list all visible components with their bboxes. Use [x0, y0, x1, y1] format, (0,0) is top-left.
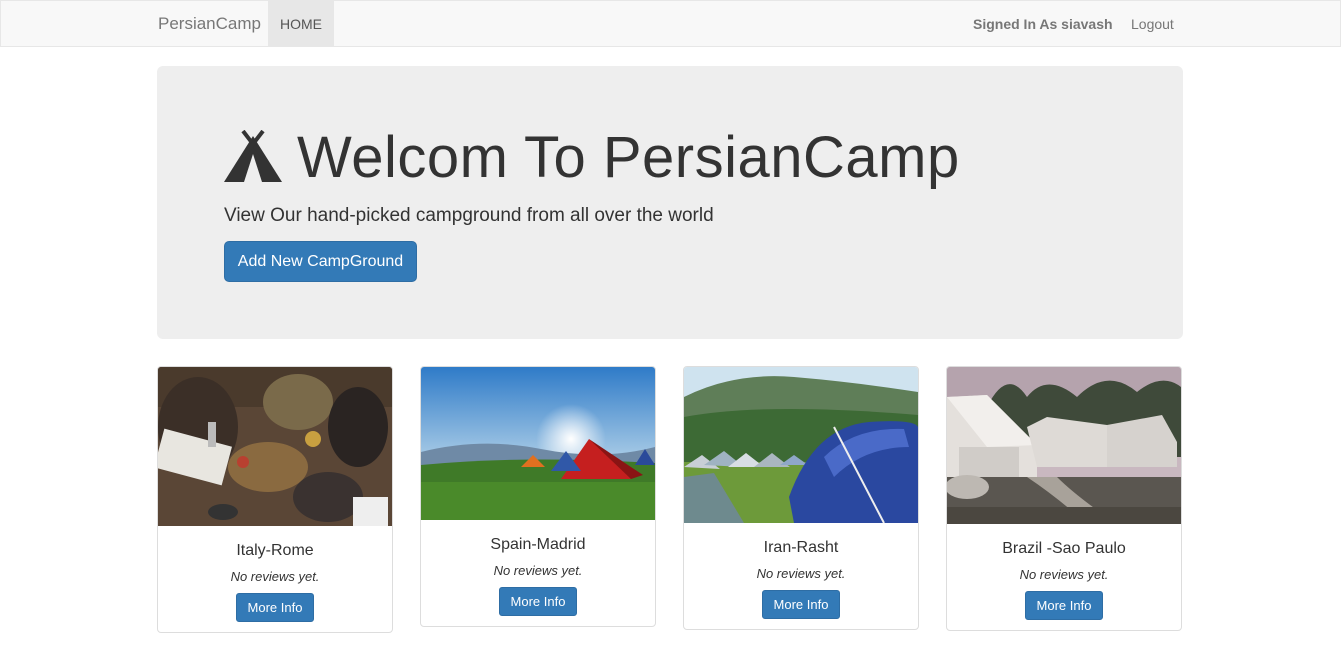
campground-reviews: No reviews yet.	[756, 566, 846, 581]
page-title-row: Welcom To PersianCamp	[224, 120, 960, 196]
campground-name: Brazil -Sao Paulo	[1002, 540, 1126, 557]
campground-reviews: No reviews yet.	[1019, 567, 1109, 582]
welcome-jumbotron: Welcom To PersianCamp View Our hand-pick…	[157, 66, 1183, 339]
brand-link[interactable]: PersianCamp	[158, 1, 261, 47]
campground-image[interactable]	[684, 367, 918, 523]
campground-name: Spain-Madrid	[490, 536, 586, 553]
more-info-button[interactable]: More Info	[761, 590, 841, 619]
more-info-button[interactable]: More Info	[498, 587, 578, 616]
campground-name: Iran-Rasht	[763, 539, 839, 556]
campground-card: Brazil -Sao Paulo No reviews yet. More I…	[946, 366, 1182, 631]
campground-card: Iran-Rasht No reviews yet. More Info	[683, 366, 919, 630]
campground-card: Italy-Rome No reviews yet. More Info	[157, 366, 393, 633]
campground-card: Spain-Madrid No reviews yet. More Info	[420, 366, 656, 627]
more-info-button[interactable]: More Info	[235, 593, 315, 622]
campground-reviews: No reviews yet.	[230, 569, 320, 584]
logout-link[interactable]: Logout	[1131, 1, 1174, 47]
page-subtitle: View Our hand-picked campground from all…	[224, 205, 714, 226]
add-campground-button[interactable]: Add New CampGround	[224, 241, 417, 282]
campground-image[interactable]	[158, 367, 392, 526]
more-info-button[interactable]: More Info	[1024, 591, 1104, 620]
campground-name: Italy-Rome	[236, 542, 314, 559]
campground-image[interactable]	[947, 367, 1181, 524]
card-caption: Brazil -Sao Paulo No reviews yet. More I…	[947, 540, 1181, 620]
card-caption: Italy-Rome No reviews yet. More Info	[158, 542, 392, 622]
top-navbar: PersianCamp HOME Signed In As siavash Lo…	[0, 0, 1341, 47]
nav-home-link[interactable]: HOME	[268, 1, 334, 47]
signed-in-status: Signed In As siavash	[973, 16, 1113, 32]
card-caption: Spain-Madrid No reviews yet. More Info	[421, 536, 655, 616]
campground-reviews: No reviews yet.	[493, 563, 583, 578]
tent-icon	[224, 130, 282, 182]
page-title: Welcom To PersianCamp	[297, 125, 960, 190]
card-caption: Iran-Rasht No reviews yet. More Info	[684, 539, 918, 619]
campground-image[interactable]	[421, 367, 655, 520]
